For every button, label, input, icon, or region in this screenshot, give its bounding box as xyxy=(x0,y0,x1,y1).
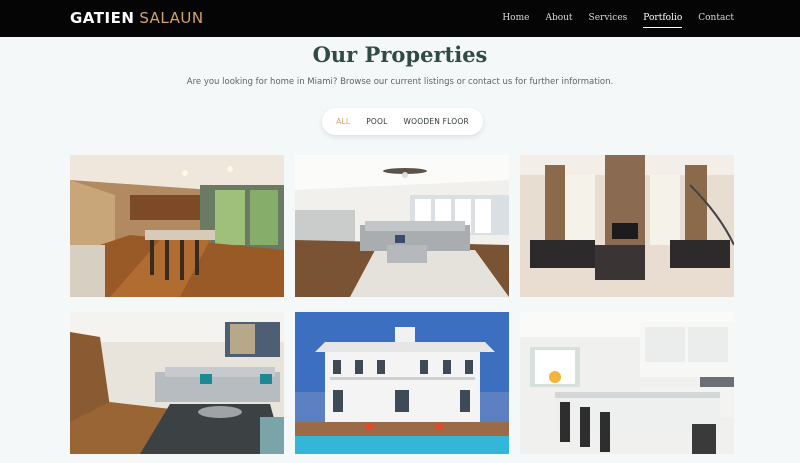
property-image-living-with-stairs[interactable] xyxy=(70,312,284,454)
page-title: Our Properties xyxy=(312,42,488,67)
property-image-kitchen-wood-floor[interactable] xyxy=(70,155,284,297)
property-image-luxury-living[interactable] xyxy=(520,155,734,297)
nav-link-contact[interactable]: Contact xyxy=(698,12,734,24)
nav-link-home[interactable]: Home xyxy=(502,12,529,24)
filter-bar: ALL POOL WOODEN FLOOR xyxy=(322,108,483,135)
logo-second-word: SALAUN xyxy=(139,9,204,27)
property-image-open-living-room[interactable] xyxy=(295,155,509,297)
logo-first-word: GATIEN xyxy=(70,9,135,27)
top-navigation-bar: GATIEN SALAUN Home About Services Portfol… xyxy=(0,0,800,37)
site-logo[interactable]: GATIEN SALAUN xyxy=(70,8,204,28)
nav-link-services[interactable]: Services xyxy=(589,12,628,24)
filter-pool[interactable]: POOL xyxy=(366,117,387,126)
main-nav: Home About Services Portfolio Contact xyxy=(502,12,734,28)
filter-all[interactable]: ALL xyxy=(336,117,350,126)
nav-link-portfolio[interactable]: Portfolio xyxy=(643,12,682,28)
page-subtitle: Are you looking for home in Miami? Brows… xyxy=(186,77,614,87)
filter-wooden-floor[interactable]: WOODEN FLOOR xyxy=(404,117,469,126)
property-image-house-with-pool[interactable] xyxy=(295,312,509,454)
property-image-white-kitchen[interactable] xyxy=(520,312,734,454)
nav-link-about[interactable]: About xyxy=(545,12,572,24)
